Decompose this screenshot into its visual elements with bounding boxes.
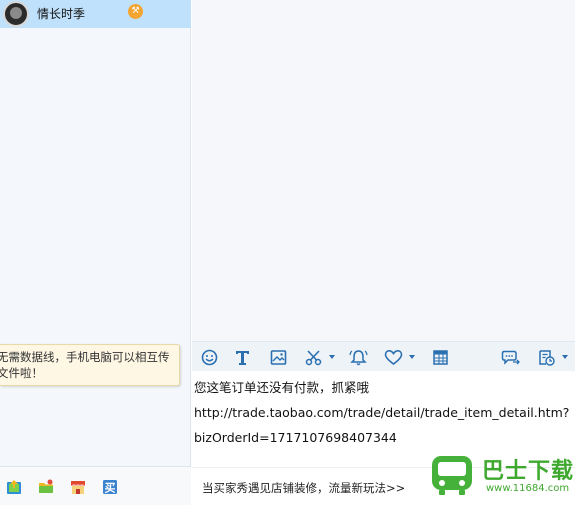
- message-line-1: 您这笔订单还没有付款，抓紧哦: [194, 380, 370, 395]
- chat-transfer-icon[interactable]: [500, 347, 520, 367]
- scissors-icon[interactable]: [304, 347, 322, 367]
- tip-line-2: 文件啦！: [0, 366, 43, 380]
- hammer-badge-icon: ⚒: [128, 4, 143, 19]
- history-dropdown-caret[interactable]: [562, 355, 568, 359]
- image-icon[interactable]: [269, 347, 287, 367]
- promo-link[interactable]: 当买家秀遇见店铺装修，流量新玩法>>: [202, 480, 405, 496]
- left-bottom-toolbar: 买: [0, 466, 191, 505]
- file-transfer-tip[interactable]: 无需数据线，手机电脑可以相互传 文件啦！: [0, 344, 180, 386]
- input-toolbar: [192, 341, 575, 371]
- table-icon[interactable]: [431, 347, 449, 367]
- buy-icon[interactable]: 买: [102, 479, 118, 495]
- avatar[interactable]: [3, 1, 29, 27]
- history-icon[interactable]: [536, 347, 555, 367]
- shop-icon[interactable]: [70, 479, 86, 495]
- heart-icon[interactable]: [383, 347, 403, 367]
- contact-name: 情长时季: [37, 7, 86, 21]
- message-line-2: http://trade.taobao.com/trade/detail/tra…: [194, 405, 570, 420]
- watermark-title: 巴士下载: [482, 459, 575, 484]
- bus-logo-icon: [432, 456, 472, 495]
- contact-item[interactable]: 情长时季 ⚒: [0, 0, 191, 28]
- scissors-dropdown-caret[interactable]: [329, 355, 335, 359]
- font-icon[interactable]: [233, 347, 251, 367]
- contact-list-panel: 情长时季 ⚒ 无需数据线，手机电脑可以相互传 文件啦！ 买: [0, 0, 191, 505]
- site-watermark: 巴士下载 www.11684.com: [424, 447, 575, 503]
- chat-history-area[interactable]: [192, 0, 575, 341]
- emoji-icon[interactable]: [200, 347, 218, 367]
- send-file-icon[interactable]: [6, 479, 22, 495]
- bell-icon[interactable]: [348, 347, 368, 367]
- svg-text:买: 买: [105, 482, 116, 495]
- watermark-url: www.11684.com: [486, 483, 570, 494]
- tip-line-1: 无需数据线，手机电脑可以相互传: [0, 350, 170, 364]
- folder-icon[interactable]: [38, 479, 54, 495]
- heart-dropdown-caret[interactable]: [409, 355, 415, 359]
